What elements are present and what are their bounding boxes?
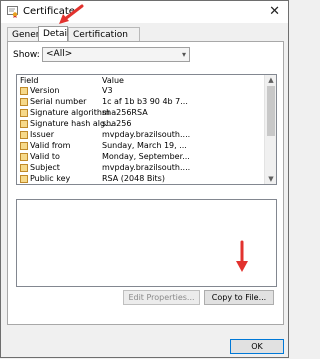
details-panel: Show: <All> ▾ Field Value Version V3 Ser… — [7, 41, 284, 325]
copy-to-file-button[interactable]: Copy to File... — [204, 290, 274, 305]
field-name: Valid from — [30, 141, 71, 150]
field-icon — [20, 175, 28, 183]
field-value: Monday, September... — [102, 152, 190, 161]
edit-properties-button[interactable]: Edit Properties... — [123, 290, 200, 305]
show-label: Show: — [13, 50, 40, 60]
list-row[interactable]: Serial number 1c af 1b b3 90 4b 7... — [17, 97, 264, 108]
column-header-field[interactable]: Field — [20, 76, 38, 85]
list-row[interactable]: Subject mvpday.brazilsouth.... — [17, 163, 264, 174]
scroll-up-arrow-icon[interactable]: ▲ — [266, 75, 276, 85]
chevron-down-icon: ▾ — [181, 50, 186, 59]
field-name: Issuer — [30, 130, 54, 139]
list-row[interactable]: Valid from Sunday, March 19, ... — [17, 141, 264, 152]
close-icon[interactable]: ✕ — [269, 4, 280, 19]
list-row[interactable]: Public key RSA (2048 Bits) — [17, 174, 264, 184]
list-row[interactable]: Signature hash alg... sha256 — [17, 119, 264, 130]
certificate-icon — [7, 6, 18, 18]
title-bar: Certificate ✕ — [1, 1, 288, 23]
field-icon — [20, 153, 28, 161]
show-selected-value: <All> — [46, 49, 73, 59]
list-scrollbar[interactable]: ▲ ▼ — [264, 75, 276, 184]
field-value: sha256 — [102, 119, 132, 128]
field-name: Valid to — [30, 152, 60, 161]
list-row[interactable]: Signature algorithm sha256RSA — [17, 108, 264, 119]
fields-list[interactable]: Field Value Version V3 Serial number 1c … — [16, 74, 277, 185]
field-icon — [20, 98, 28, 106]
field-value: mvpday.brazilsouth.... — [102, 130, 191, 139]
list-row[interactable]: Issuer mvpday.brazilsouth.... — [17, 130, 264, 141]
field-value: 1c af 1b b3 90 4b 7... — [102, 97, 188, 106]
field-name: Subject — [30, 163, 60, 172]
ok-button[interactable]: OK — [230, 339, 284, 354]
field-value: mvpday.brazilsouth.... — [102, 163, 191, 172]
tab-certification-path[interactable]: Certification Path — [68, 27, 140, 54]
field-value: V3 — [102, 86, 113, 95]
field-name: Serial number — [30, 97, 87, 106]
field-icon — [20, 87, 28, 95]
certificate-window: Certificate ✕ General Details Certificat… — [0, 0, 289, 358]
field-name: Version — [30, 86, 60, 95]
field-icon — [20, 120, 28, 128]
tab-general[interactable]: General — [7, 27, 47, 41]
field-value: Sunday, March 19, ... — [102, 141, 187, 150]
scroll-down-arrow-icon[interactable]: ▼ — [266, 174, 276, 184]
tab-pointer-arrow-icon — [59, 4, 84, 24]
button-pointer-arrow-icon — [236, 240, 248, 272]
column-header-value[interactable]: Value — [102, 76, 124, 85]
field-name: Public key — [30, 174, 71, 183]
list-row[interactable]: Valid to Monday, September... — [17, 152, 264, 163]
list-header: Field Value — [17, 75, 264, 86]
field-name: Signature hash alg... — [30, 119, 113, 128]
show-dropdown[interactable]: <All> ▾ — [42, 47, 190, 62]
tab-details[interactable]: Details — [38, 26, 74, 42]
field-name: Signature algorithm — [30, 108, 110, 117]
field-icon — [20, 142, 28, 150]
field-value: sha256RSA — [102, 108, 148, 117]
scroll-thumb[interactable] — [267, 86, 275, 136]
field-icon — [20, 164, 28, 172]
list-row[interactable]: Version V3 — [17, 86, 264, 97]
field-icon — [20, 109, 28, 117]
field-value: RSA (2048 Bits) — [102, 174, 165, 183]
field-icon — [20, 131, 28, 139]
